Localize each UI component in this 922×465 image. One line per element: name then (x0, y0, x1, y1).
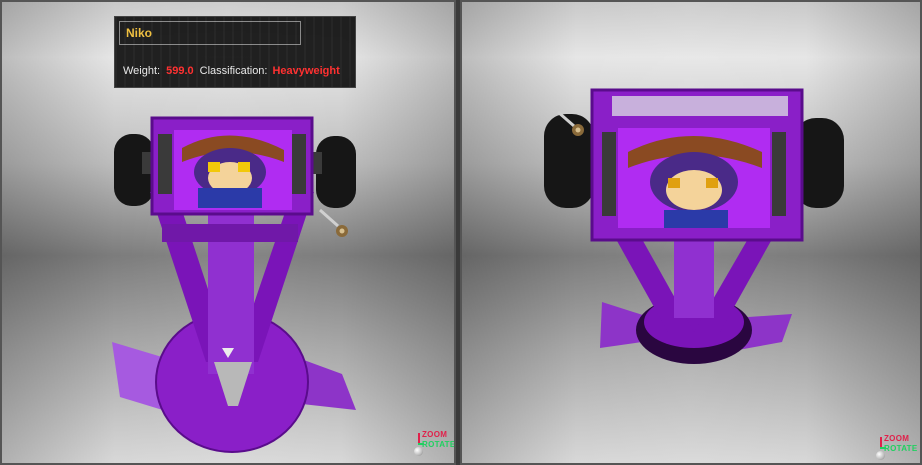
gear-icon (336, 225, 348, 237)
zoom-label: ZOOM (422, 430, 448, 439)
weight-label: Weight: (123, 65, 161, 77)
right-viewport[interactable]: ZOOM ROTATE (460, 0, 922, 465)
rotate-label: ROTATE (422, 440, 456, 449)
robot-name: Niko (119, 21, 301, 45)
center-spine (208, 194, 254, 374)
robot-info-panel: Niko Weight: 599.0 Classification: Heavywei… (114, 16, 356, 88)
view-controls-legend-left[interactable]: ZOOM ROTATE (414, 430, 456, 460)
zoom-label: ZOOM (884, 434, 910, 443)
classification-value: Heavyweight (272, 65, 340, 77)
view-control-handle[interactable] (414, 447, 423, 456)
view-controls-legend-right[interactable]: ZOOM ROTATE (876, 434, 920, 463)
left-wheel (544, 114, 594, 208)
center-spine (674, 238, 714, 318)
robot-stats: Weight: 599.0 Classification: Heavyweight (123, 65, 340, 77)
classification-label: Classification: (199, 65, 268, 77)
view-control-handle[interactable] (876, 451, 885, 460)
robot-model-rear-view (544, 88, 844, 364)
left-viewport[interactable]: Niko Weight: 599.0 Classification: Heavywei… (0, 0, 456, 465)
weight-value: 599.0 (166, 65, 194, 77)
gear-icon (572, 124, 584, 136)
rotate-label: ROTATE (884, 444, 918, 453)
